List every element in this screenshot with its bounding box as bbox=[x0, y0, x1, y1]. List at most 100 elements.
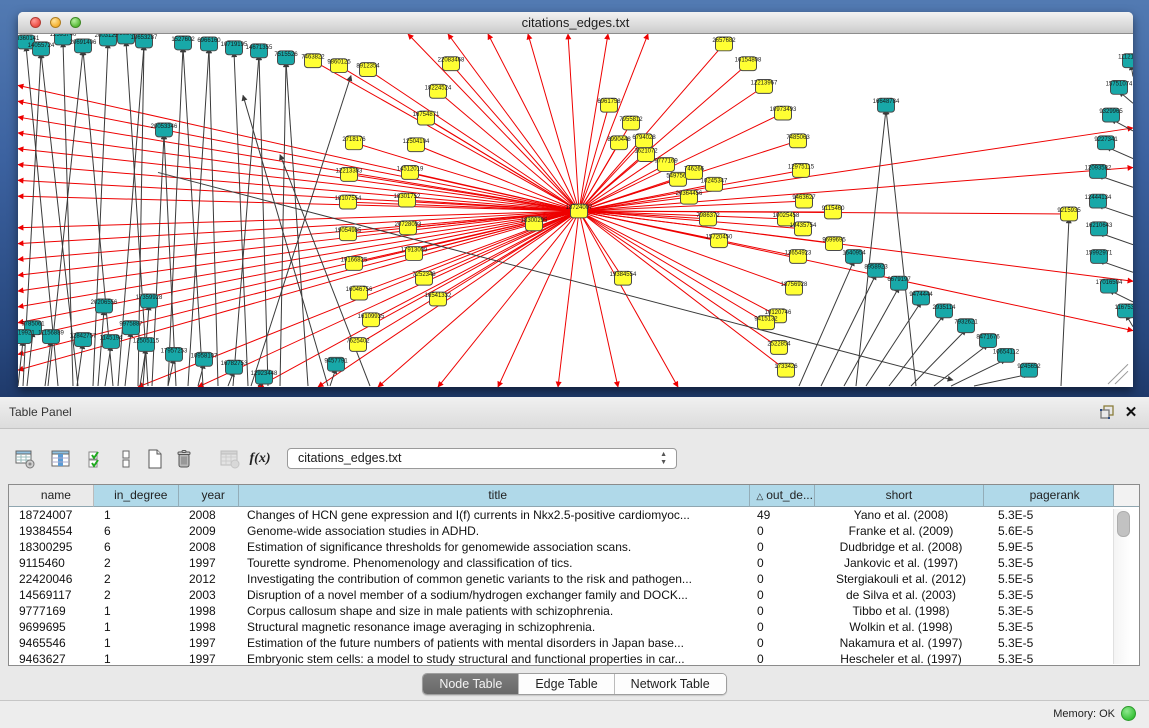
table-vertical-scrollbar[interactable] bbox=[1113, 509, 1131, 664]
graph-node[interactable]: 11121845 bbox=[1118, 54, 1133, 68]
table-cell[interactable]: 1 bbox=[94, 635, 179, 651]
graph-node[interactable]: 7625402 bbox=[346, 338, 370, 352]
graph-node[interactable]: 9227341 bbox=[1094, 136, 1118, 150]
table-row[interactable]: 1456911722003Disruption of a novel membe… bbox=[9, 587, 1139, 603]
table-cell[interactable]: 9699695 bbox=[9, 619, 94, 635]
table-cell[interactable]: 22420046 bbox=[9, 571, 94, 587]
graph-node[interactable]: 9415132 bbox=[754, 316, 778, 330]
column-header-in-degree[interactable]: in_degree bbox=[94, 485, 179, 507]
graph-node[interactable]: 746266 bbox=[684, 166, 705, 180]
table-cell[interactable]: 2 bbox=[94, 571, 179, 587]
table-cell[interactable]: 2008 bbox=[179, 539, 239, 555]
node-table[interactable]: name in_degree year title △out_de... sho… bbox=[8, 484, 1140, 666]
table-cell[interactable]: 1 bbox=[94, 651, 179, 666]
graph-node[interactable]: 6794028 bbox=[632, 134, 656, 148]
table-cell[interactable]: Wolkin et al. (1998) bbox=[816, 619, 986, 635]
table-cell[interactable]: Nakamura et al. (1997) bbox=[816, 635, 986, 651]
table-settings-icon[interactable] bbox=[12, 446, 38, 472]
graph-node[interactable]: 12504104 bbox=[403, 138, 430, 152]
table-cell[interactable]: 2008 bbox=[179, 507, 239, 523]
network-window[interactable]: citations_edges.txt 26360141125957401405… bbox=[18, 12, 1133, 387]
table-cell[interactable]: 5.9E-5 bbox=[986, 539, 1116, 555]
tab-network-table[interactable]: Network Table bbox=[615, 674, 726, 694]
resize-grip-icon[interactable] bbox=[1115, 371, 1128, 384]
table-row[interactable]: 946362711997Embryonic stem cells: a mode… bbox=[9, 651, 1139, 666]
graph-node[interactable]: 18224524 bbox=[425, 84, 452, 98]
table-cell[interactable]: 49 bbox=[751, 507, 816, 523]
close-panel-icon[interactable]: ✕ bbox=[1121, 403, 1141, 423]
graph-node[interactable]: 12975115 bbox=[788, 164, 815, 178]
graph-node[interactable]: 7463822 bbox=[301, 54, 325, 68]
graph-node[interactable]: 2718176 bbox=[342, 136, 366, 150]
graph-node[interactable]: 16541332 bbox=[425, 292, 452, 306]
graph-node[interactable]: 2522854 bbox=[767, 341, 791, 355]
graph-node[interactable]: 8990448 bbox=[607, 136, 631, 150]
delete-column-icon[interactable] bbox=[171, 446, 197, 472]
graph-node[interactable]: 7932621 bbox=[954, 319, 978, 333]
table-cell[interactable]: Franke et al. (2009) bbox=[816, 523, 986, 539]
graph-node[interactable]: 2935114 bbox=[933, 304, 957, 318]
table-cell[interactable]: 19384554 bbox=[9, 523, 94, 539]
table-cell[interactable]: 9463627 bbox=[9, 651, 94, 666]
table-cell[interactable]: Tourette syndrome. Phenomenology and cla… bbox=[239, 555, 751, 571]
table-cell[interactable]: 18300295 bbox=[9, 539, 94, 555]
graph-node[interactable]: 12923448 bbox=[251, 370, 278, 384]
table-cell[interactable]: 6 bbox=[94, 523, 179, 539]
table-row[interactable]: 969969511998Structural magnetic resonanc… bbox=[9, 619, 1139, 635]
table-row[interactable]: 911546021997Tourette syndrome. Phenomeno… bbox=[9, 555, 1139, 571]
graph-node[interactable]: 15992971 bbox=[1086, 250, 1113, 264]
graph-node[interactable]: 10653287 bbox=[131, 34, 158, 48]
table-cell[interactable]: Investigating the contribution of common… bbox=[239, 571, 751, 587]
table-cell[interactable]: 1998 bbox=[179, 603, 239, 619]
graph-node[interactable]: 17016504 bbox=[1096, 279, 1123, 293]
graph-node[interactable]: 8912354 bbox=[356, 63, 380, 77]
table-cell[interactable]: 9115460 bbox=[9, 555, 94, 571]
graph-node[interactable]: 9975887 bbox=[119, 321, 143, 335]
table-row[interactable]: 1872400712008Changes of HCN gene express… bbox=[9, 507, 1139, 523]
graph-node[interactable]: 1640954 bbox=[842, 250, 866, 264]
table-cell[interactable]: 5.3E-5 bbox=[986, 651, 1116, 666]
graph-node[interactable]: 20206556 bbox=[91, 299, 118, 313]
graph-node[interactable]: 8471676 bbox=[976, 334, 1000, 348]
graph-node[interactable]: 16648784 bbox=[873, 98, 900, 112]
network-view-canvas[interactable]: 2636014112595740140557242069140620031234… bbox=[18, 34, 1133, 387]
graph-node[interactable]: 10654112 bbox=[993, 348, 1020, 362]
graph-node[interactable]: 7955812 bbox=[619, 116, 643, 130]
table-cell[interactable]: 5.5E-5 bbox=[986, 571, 1116, 587]
table-cell[interactable]: 1 bbox=[94, 603, 179, 619]
table-cell[interactable]: 2009 bbox=[179, 523, 239, 539]
table-cell[interactable]: Yano et al. (2008) bbox=[816, 507, 986, 523]
table-cell[interactable]: Hescheler et al. (1997) bbox=[816, 651, 986, 666]
graph-node[interactable]: 16046756 bbox=[346, 286, 373, 300]
tab-edge-table[interactable]: Edge Table bbox=[519, 674, 614, 694]
table-cell[interactable]: 2 bbox=[94, 555, 179, 571]
table-cell[interactable]: 5.3E-5 bbox=[986, 635, 1116, 651]
table-cell[interactable]: Stergiakouli et al. (2012) bbox=[816, 571, 986, 587]
graph-node[interactable]: 12213383 bbox=[336, 167, 363, 181]
table-cell[interactable]: Jankovic et al. (1997) bbox=[816, 555, 986, 571]
graph-node[interactable]: 9245652 bbox=[1017, 363, 1041, 377]
table-cell[interactable]: 5.3E-5 bbox=[986, 587, 1116, 603]
table-cell[interactable]: 0 bbox=[751, 539, 816, 555]
graph-node[interactable]: 9777169 bbox=[654, 158, 678, 172]
table-cell[interactable]: Estimation of the future numbers of pati… bbox=[239, 635, 751, 651]
scrollbar-thumb[interactable] bbox=[1117, 511, 1130, 537]
table-cell[interactable]: 1997 bbox=[179, 555, 239, 571]
table-cell[interactable]: 5.3E-5 bbox=[986, 507, 1116, 523]
citation-network-graph[interactable]: 2636014112595740140557242069140620031234… bbox=[18, 34, 1133, 387]
table-cell[interactable]: 2003 bbox=[179, 587, 239, 603]
graph-node[interactable]: 19166825 bbox=[341, 256, 368, 270]
graph-node[interactable]: 8958923 bbox=[864, 263, 888, 277]
minimize-window-icon[interactable] bbox=[50, 17, 61, 28]
graph-node[interactable]: 15751074 bbox=[1106, 80, 1133, 94]
table-cell[interactable]: 0 bbox=[751, 603, 816, 619]
column-header-name[interactable]: name bbox=[9, 485, 94, 507]
graph-node[interactable]: 7252348 bbox=[412, 271, 436, 285]
graph-node[interactable]: 18300295 bbox=[521, 217, 548, 231]
graph-node[interactable]: 20053346 bbox=[151, 123, 178, 137]
table-cell[interactable]: 1 bbox=[94, 619, 179, 635]
graph-node[interactable]: 17913009 bbox=[401, 247, 428, 261]
graph-node[interactable]: 9474444 bbox=[909, 291, 933, 305]
graph-node[interactable]: 16109935 bbox=[358, 313, 385, 327]
graph-node[interactable]: 14512019 bbox=[397, 166, 424, 180]
